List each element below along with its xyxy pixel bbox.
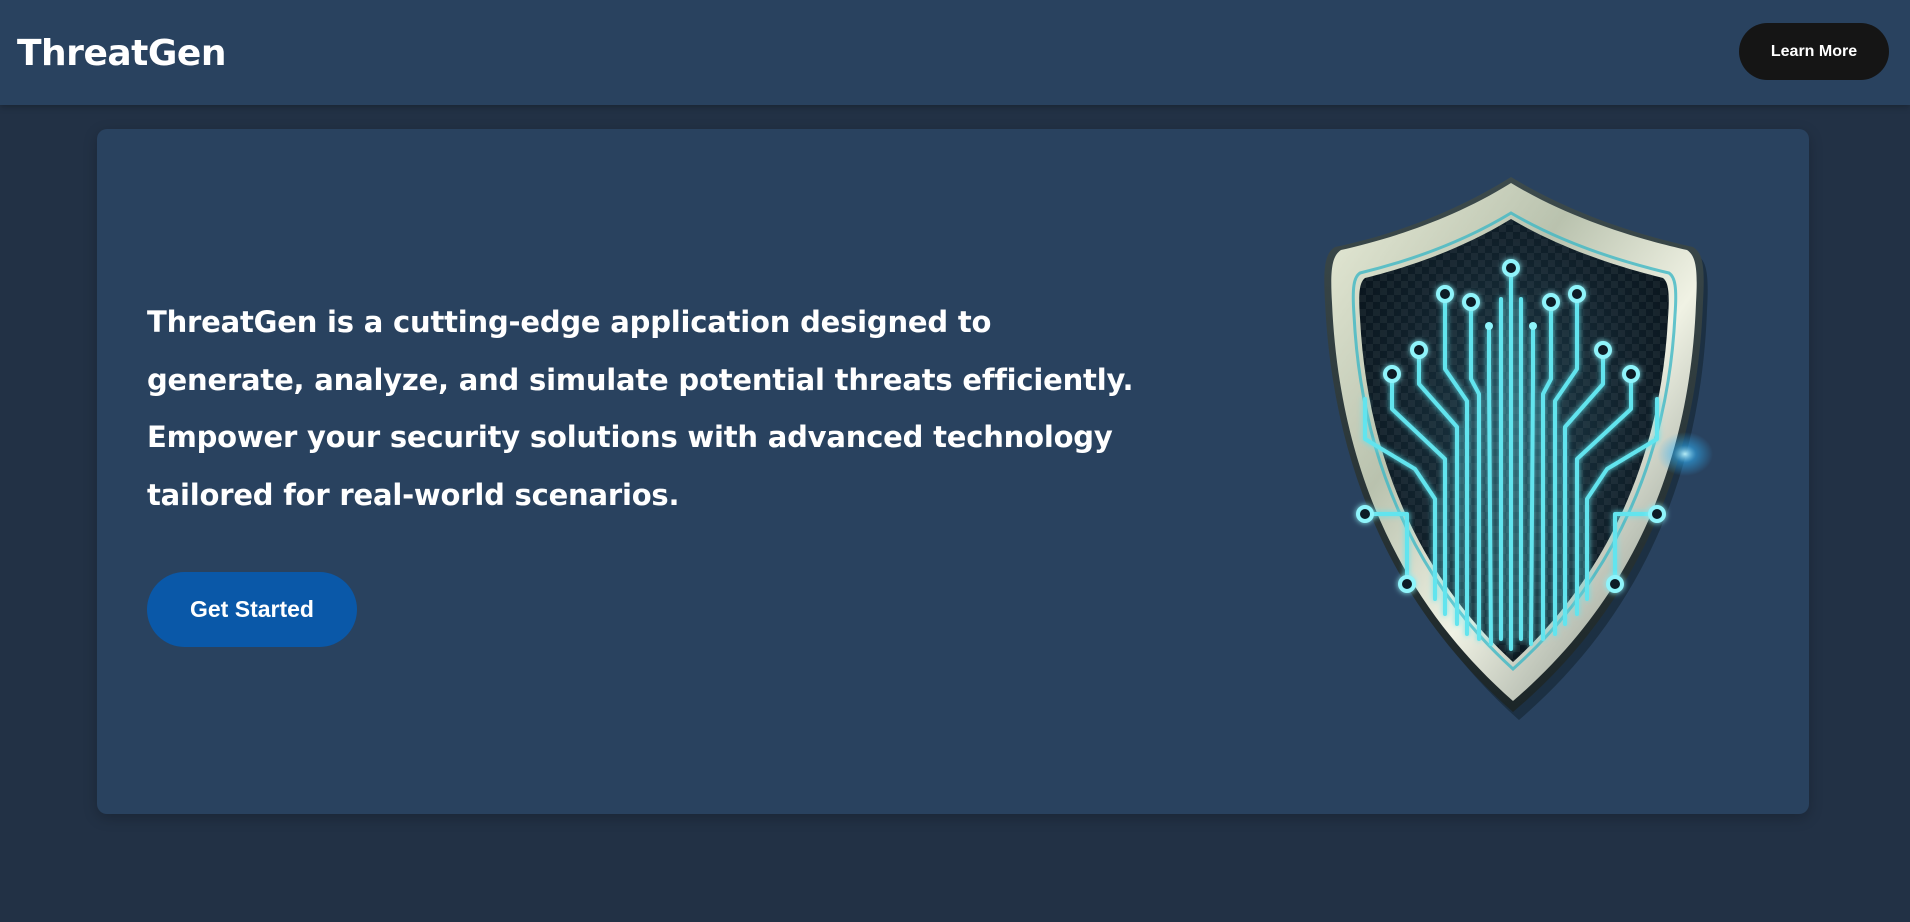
- hero-panel: ThreatGen is a cutting-edge application …: [97, 129, 1809, 814]
- brand-logo-text[interactable]: ThreatGen: [17, 30, 226, 78]
- shield-circuit-icon: [1247, 169, 1767, 729]
- top-navbar: ThreatGen Learn More: [0, 0, 1910, 105]
- learn-more-button[interactable]: Learn More: [1739, 23, 1889, 80]
- get-started-button[interactable]: Get Started: [147, 572, 357, 647]
- hero-description: ThreatGen is a cutting-edge application …: [147, 305, 1134, 512]
